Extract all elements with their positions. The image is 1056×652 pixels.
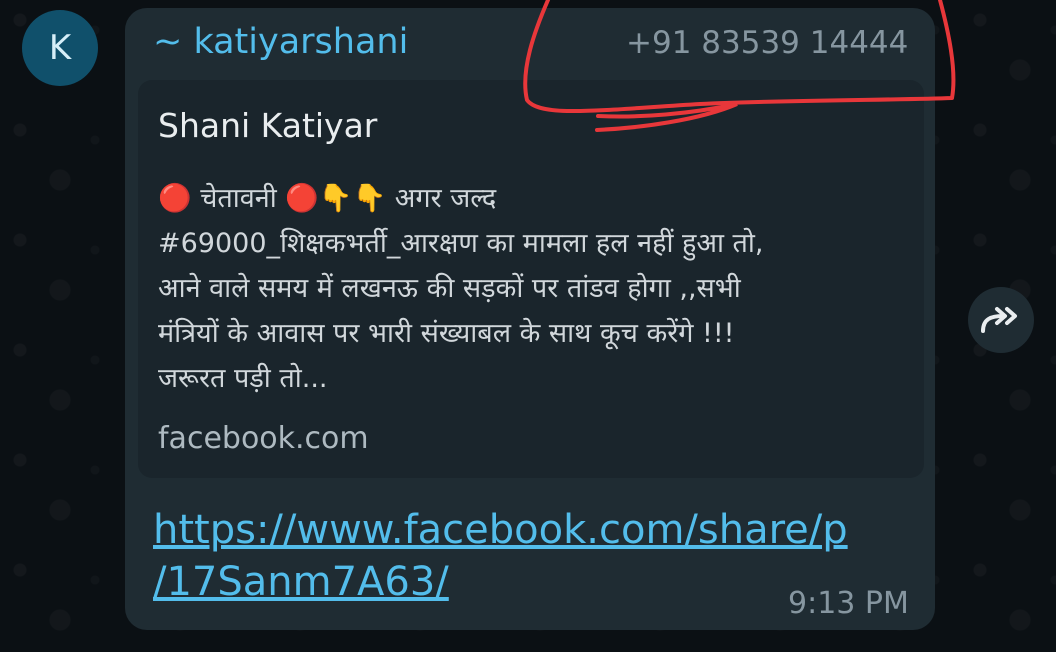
forward-arrow-icon	[981, 307, 1017, 333]
sender-phone: +91 83539 14444	[626, 25, 909, 61]
description-line: मंत्रियों के आवास पर भारी संख्याबल के सा…	[158, 318, 735, 349]
avatar-initial: K	[48, 28, 72, 68]
link-preview-title: Shani Katiyar	[158, 106, 378, 145]
description-line: #69000_शिक्षकभर्ती_आरक्षण का मामला हल नह…	[158, 228, 764, 259]
forward-button[interactable]	[968, 287, 1034, 353]
sender-avatar[interactable]: K	[22, 10, 98, 86]
message-timestamp: 9:13 PM	[788, 586, 909, 621]
description-line: 🔴 चेतावनी 🔴👇👇 अगर जल्द	[158, 183, 497, 214]
sender-name[interactable]: ~ katiyarshani	[153, 22, 408, 62]
message-link-line[interactable]: https://www.facebook.com/share/p	[153, 504, 913, 556]
description-line: जरूरत पड़ी तो...	[158, 363, 328, 394]
link-preview-domain: facebook.com	[158, 421, 369, 456]
link-preview-description: 🔴 चेतावनी 🔴👇👇 अगर जल्द #69000_शिक्षकभर्त…	[158, 176, 898, 401]
description-line: आने वाले समय में लखनऊ की सड़कों पर तांडव…	[158, 273, 741, 304]
